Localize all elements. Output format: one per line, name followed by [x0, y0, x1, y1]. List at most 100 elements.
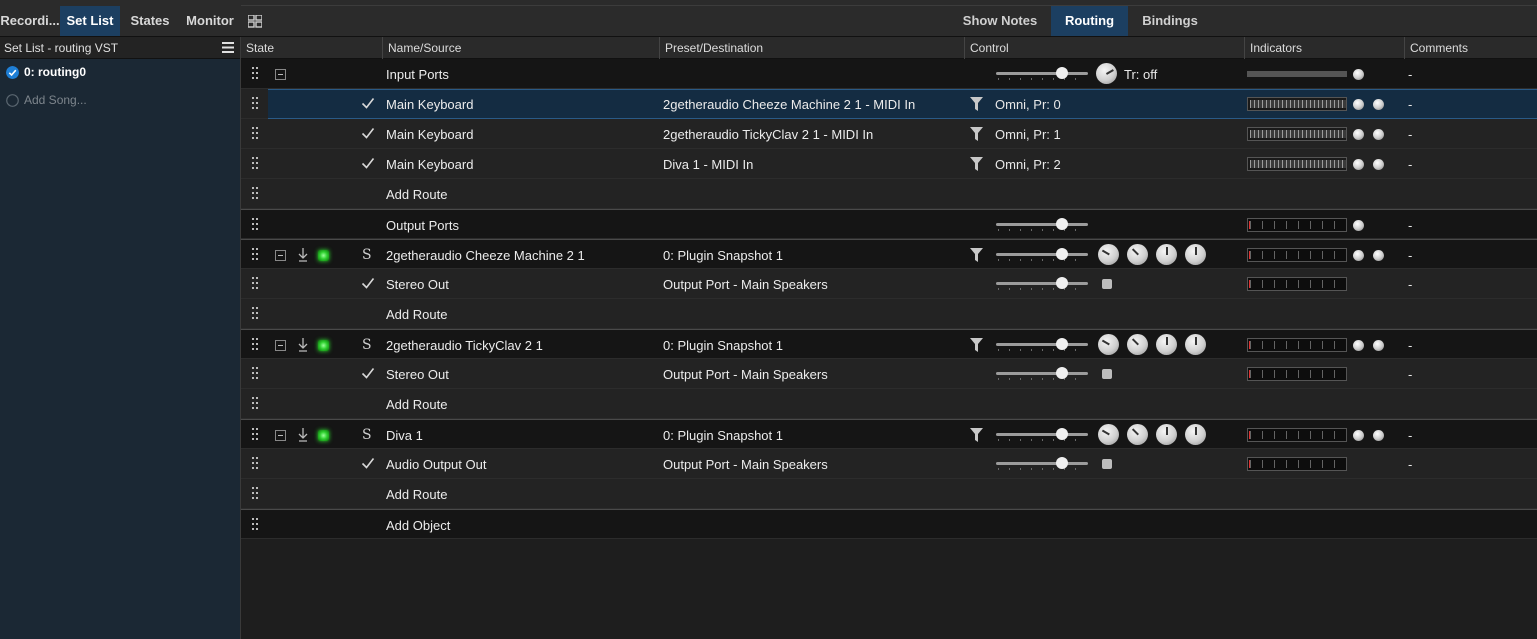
collapse-icon[interactable] — [275, 430, 286, 441]
row-comment[interactable]: - — [1408, 338, 1412, 353]
param-knob[interactable] — [1127, 424, 1148, 445]
check-icon[interactable] — [361, 276, 375, 290]
param-knob[interactable] — [1156, 424, 1177, 445]
table-row[interactable]: Stereo Out Output Port - Main Speakers - — [241, 269, 1537, 299]
param-knob[interactable] — [1127, 244, 1148, 265]
row-destination[interactable]: 2getheraudio TickyClav 2 1 - MIDI In — [663, 127, 873, 142]
table-row[interactable]: S 2getheraudio TickyClav 2 1 0: Plugin S… — [241, 329, 1537, 359]
table-row[interactable]: S Diva 1 0: Plugin Snapshot 1 - — [241, 419, 1537, 449]
gain-slider[interactable] — [996, 457, 1088, 471]
col-preset-destination[interactable]: Preset/Destination — [665, 41, 763, 55]
table-row[interactable]: Main Keyboard 2getheraudio Cheeze Machin… — [241, 89, 1537, 119]
col-name-source[interactable]: Name/Source — [388, 41, 461, 55]
gain-slider[interactable] — [996, 338, 1088, 352]
table-row[interactable]: Audio Output Out Output Port - Main Spea… — [241, 449, 1537, 479]
drag-handle-icon[interactable] — [252, 397, 258, 411]
drag-handle-icon[interactable] — [252, 187, 258, 201]
table-row[interactable]: Add Route — [241, 389, 1537, 419]
pan-knob[interactable] — [1098, 244, 1119, 265]
collapse-icon[interactable] — [275, 250, 286, 261]
pin-icon[interactable] — [298, 428, 308, 442]
param-knob[interactable] — [1185, 334, 1206, 355]
table-row[interactable]: S 2getheraudio Cheeze Machine 2 1 0: Plu… — [241, 239, 1537, 269]
tab-recording[interactable]: Recordi... — [0, 6, 60, 36]
row-comment[interactable]: - — [1408, 127, 1412, 142]
hamburger-menu-icon[interactable] — [222, 42, 234, 53]
table-row[interactable]: Add Object — [241, 509, 1537, 539]
col-indicators[interactable]: Indicators — [1250, 41, 1302, 55]
drag-handle-icon[interactable] — [252, 487, 258, 501]
add-route-button[interactable]: Add Route — [386, 307, 447, 322]
param-knob[interactable] — [1127, 334, 1148, 355]
filter-icon[interactable] — [970, 157, 983, 171]
row-comment[interactable]: - — [1408, 248, 1412, 263]
pan-knob[interactable] — [1098, 334, 1119, 355]
pin-icon[interactable] — [298, 248, 308, 262]
table-row[interactable]: Add Route — [241, 479, 1537, 509]
drag-handle-icon[interactable] — [252, 307, 258, 321]
gain-slider[interactable] — [996, 277, 1088, 291]
row-destination[interactable]: Output Port - Main Speakers — [663, 367, 828, 382]
tab-set-list[interactable]: Set List — [60, 6, 120, 36]
check-icon[interactable] — [361, 456, 375, 470]
drag-handle-icon[interactable] — [252, 157, 258, 171]
filter-icon[interactable] — [970, 248, 983, 262]
param-knob[interactable] — [1185, 244, 1206, 265]
collapse-icon[interactable] — [275, 69, 286, 80]
tab-bindings[interactable]: Bindings — [1130, 6, 1210, 36]
gain-slider[interactable] — [996, 218, 1088, 232]
row-comment[interactable]: - — [1408, 218, 1412, 233]
row-comment[interactable]: - — [1408, 67, 1412, 82]
filter-icon[interactable] — [970, 338, 983, 352]
mute-button[interactable] — [1102, 279, 1112, 289]
tab-show-notes[interactable]: Show Notes — [952, 6, 1048, 36]
solo-button[interactable]: S — [362, 337, 372, 353]
row-destination[interactable]: Diva 1 - MIDI In — [663, 157, 753, 172]
solo-button[interactable]: S — [362, 247, 372, 263]
table-row[interactable]: Main Keyboard 2getheraudio TickyClav 2 1… — [241, 119, 1537, 149]
drag-handle-icon[interactable] — [252, 97, 258, 111]
empty-circle-icon[interactable] — [6, 94, 19, 107]
drag-handle-icon[interactable] — [252, 127, 258, 141]
drag-handle-icon[interactable] — [252, 248, 258, 262]
drag-handle-icon[interactable] — [252, 218, 258, 232]
param-knob[interactable] — [1156, 334, 1177, 355]
row-destination[interactable]: 2getheraudio Cheeze Machine 2 1 - MIDI I… — [663, 97, 915, 112]
filter-icon[interactable] — [970, 97, 983, 111]
col-comments[interactable]: Comments — [1410, 41, 1468, 55]
row-preset[interactable]: 0: Plugin Snapshot 1 — [663, 248, 783, 263]
check-icon[interactable] — [361, 156, 375, 170]
tab-monitor[interactable]: Monitor — [180, 6, 240, 36]
add-route-button[interactable]: Add Route — [386, 487, 447, 502]
pan-knob[interactable] — [1098, 424, 1119, 445]
grid-view-icon[interactable] — [248, 15, 262, 28]
table-row[interactable]: Main Keyboard Diva 1 - MIDI In Omni, Pr:… — [241, 149, 1537, 179]
drag-handle-icon[interactable] — [252, 367, 258, 381]
row-comment[interactable]: - — [1408, 367, 1412, 382]
gain-slider[interactable] — [996, 248, 1088, 262]
mute-button[interactable] — [1102, 369, 1112, 379]
row-comment[interactable]: - — [1408, 97, 1412, 112]
check-icon[interactable] — [361, 96, 375, 110]
table-row[interactable]: Output Ports - — [241, 209, 1537, 239]
checked-circle-icon[interactable] — [6, 66, 19, 79]
row-comment[interactable]: - — [1408, 457, 1412, 472]
col-state[interactable]: State — [246, 41, 274, 55]
tab-states[interactable]: States — [120, 6, 180, 36]
collapse-icon[interactable] — [275, 340, 286, 351]
status-led[interactable] — [318, 250, 329, 261]
table-row[interactable]: Add Route — [241, 179, 1537, 209]
row-destination[interactable]: Output Port - Main Speakers — [663, 457, 828, 472]
table-row[interactable]: Input Ports Tr: off - — [241, 59, 1537, 89]
status-led[interactable] — [318, 340, 329, 351]
gain-slider[interactable] — [996, 67, 1088, 81]
check-icon[interactable] — [361, 366, 375, 380]
table-row[interactable]: Stereo Out Output Port - Main Speakers - — [241, 359, 1537, 389]
drag-handle-icon[interactable] — [252, 518, 258, 532]
pin-icon[interactable] — [298, 338, 308, 352]
table-row[interactable]: Add Route — [241, 299, 1537, 329]
solo-button[interactable]: S — [362, 427, 372, 443]
param-knob[interactable] — [1185, 424, 1206, 445]
col-control[interactable]: Control — [970, 41, 1009, 55]
song-item[interactable]: 0: routing0 — [0, 61, 240, 85]
